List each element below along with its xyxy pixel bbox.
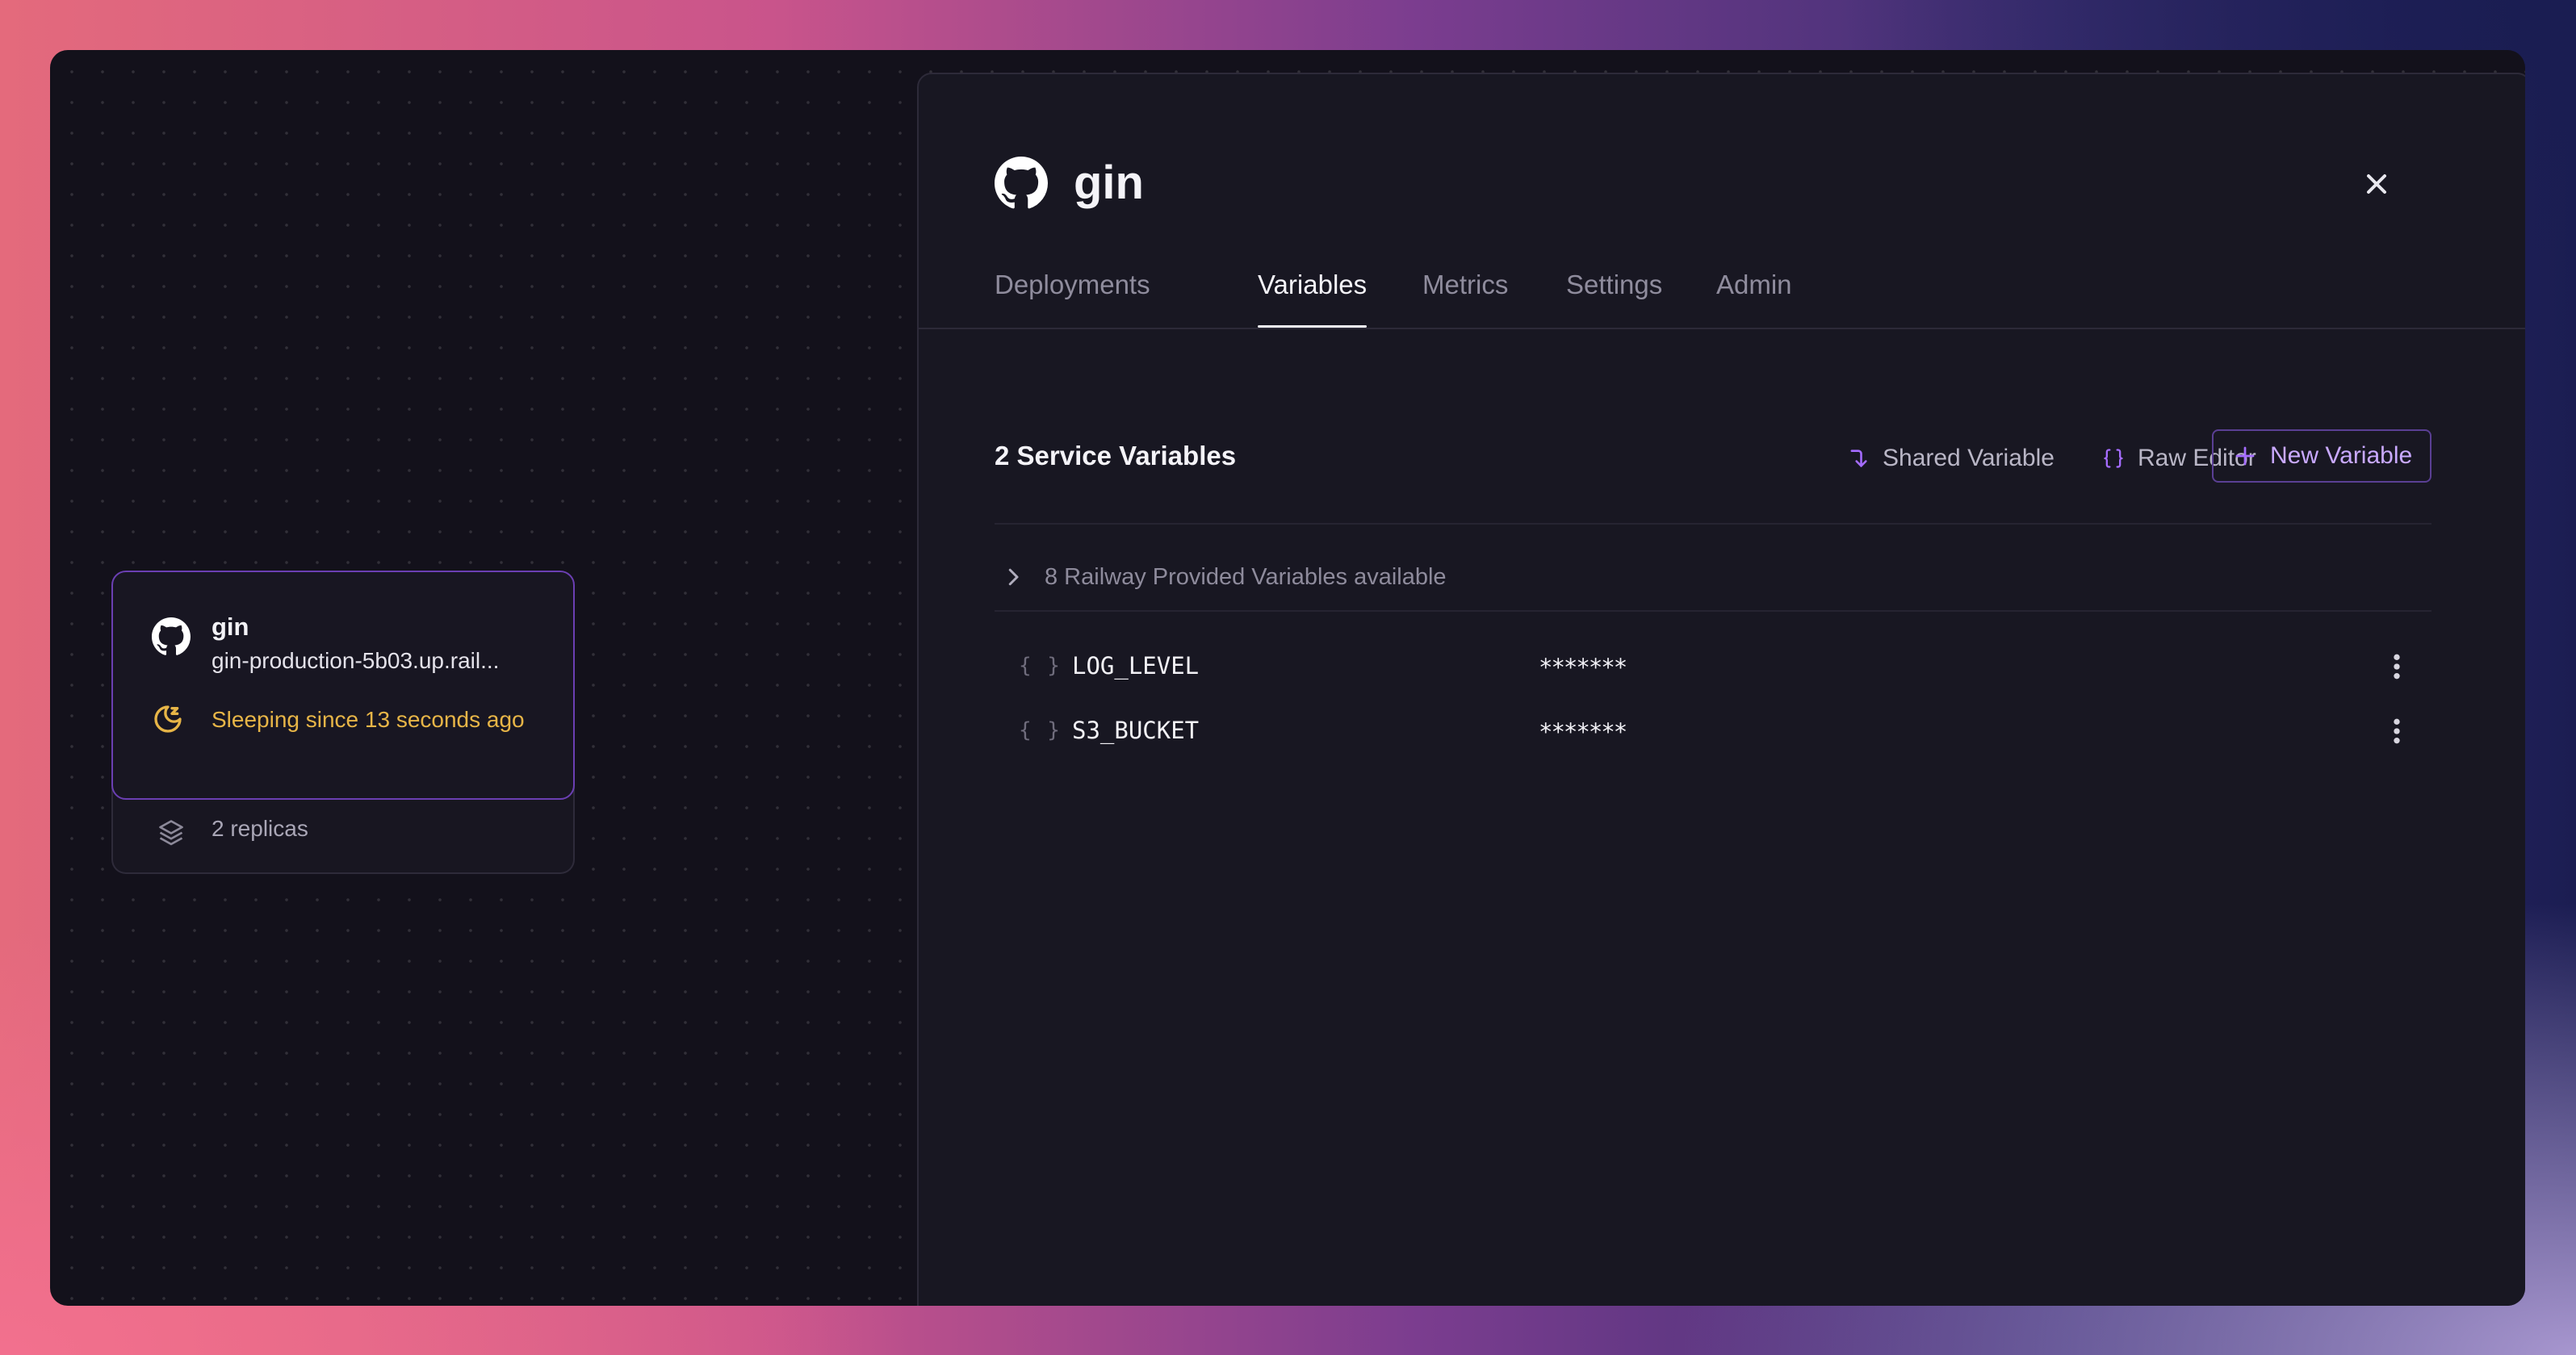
variable-row[interactable]: { } S3_BUCKET *******	[995, 704, 2431, 760]
variable-value[interactable]: *******	[1539, 718, 1627, 746]
shared-variable-label: Shared Variable	[1883, 445, 2055, 471]
layers-icon	[159, 820, 183, 846]
tab-variables[interactable]: Variables	[1258, 265, 1368, 328]
new-variable-label: New Variable	[2270, 442, 2413, 469]
variable-row[interactable]: { } LOG_LEVEL *******	[995, 639, 2431, 696]
service-panel: gin Deployments Variables Metrics Settin…	[917, 73, 2525, 1306]
chevron-right-icon	[1008, 568, 1019, 586]
tab-metrics[interactable]: Metrics	[1422, 265, 1508, 328]
railway-variables-toggle[interactable]: 8 Railway Provided Variables available	[995, 549, 2431, 605]
more-options-icon[interactable]	[2385, 650, 2409, 683]
variable-key: S3_BUCKET	[1072, 717, 1200, 744]
app-window: gin gin-production-5b03.up.rail... Sleep…	[50, 50, 2525, 1306]
divider	[995, 610, 2431, 612]
braces-icon	[2101, 445, 2126, 471]
service-url[interactable]: gin-production-5b03.up.rail...	[212, 648, 499, 674]
panel-title: gin	[1074, 157, 1144, 209]
replicas-count: 2 replicas	[212, 816, 308, 841]
service-status: Sleeping since 13 seconds ago	[212, 707, 525, 732]
tab-deployments[interactable]: Deployments	[995, 265, 1150, 328]
tab-settings[interactable]: Settings	[1566, 265, 1662, 328]
service-card-main[interactable]: gin gin-production-5b03.up.rail... Sleep…	[111, 571, 575, 800]
close-icon[interactable]	[2360, 168, 2393, 200]
service-name: gin	[212, 613, 249, 641]
railway-variables-label: 8 Railway Provided Variables available	[1045, 563, 1447, 590]
service-card[interactable]: gin gin-production-5b03.up.rail... Sleep…	[111, 571, 575, 874]
tab-admin[interactable]: Admin	[1716, 265, 1792, 328]
section-title: 2 Service Variables	[995, 441, 1237, 470]
new-variable-button[interactable]: New Variable	[2212, 429, 2431, 483]
variable-key: LOG_LEVEL	[1072, 652, 1200, 680]
plus-icon	[2235, 446, 2255, 466]
shared-variable-button[interactable]: Shared Variable	[1845, 434, 2055, 483]
arrow-corner-down-icon	[1845, 445, 1871, 471]
more-options-icon[interactable]	[2385, 715, 2409, 747]
variable-braces-icon: { }	[1019, 718, 1062, 742]
sleeping-moon-icon	[154, 705, 182, 733]
github-icon	[152, 617, 191, 655]
tab-bar: Deployments Variables Metrics Settings A…	[919, 265, 2525, 329]
divider	[995, 523, 2431, 525]
variable-value[interactable]: *******	[1539, 654, 1627, 681]
github-icon	[995, 157, 1048, 209]
variable-braces-icon: { }	[1019, 654, 1062, 678]
